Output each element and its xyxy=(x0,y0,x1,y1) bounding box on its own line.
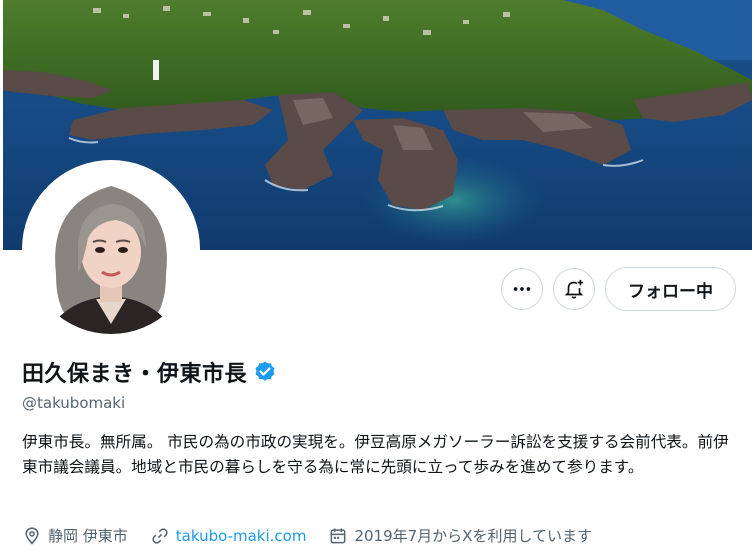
bell-plus-icon xyxy=(564,279,584,299)
joined-text: 2019年7月からXを利用しています xyxy=(354,527,592,545)
location-item: 静岡 伊東市 xyxy=(22,525,128,546)
profile-avatar[interactable] xyxy=(22,160,200,338)
avatar-portrait xyxy=(26,164,196,334)
website-link[interactable]: takubo-maki.com xyxy=(176,527,307,545)
name-row: 田久保まき・伊東市長 xyxy=(22,356,277,388)
profile-actions: フォロー中 xyxy=(501,267,736,311)
calendar-icon xyxy=(331,528,346,543)
location-text: 静岡 伊東市 xyxy=(48,527,128,545)
joined-item: 2019年7月からXを利用しています xyxy=(328,525,592,546)
more-button[interactable] xyxy=(501,268,543,310)
profile-bio: 伊東市長。無所属。 市民の為の市政の実現を。伊豆高原メガソーラー訴訟を支援する会… xyxy=(22,433,729,476)
profile-meta: 静岡 伊東市 takubo-maki.com 2019年7月からXを利用していま… xyxy=(22,525,614,546)
user-handle: @takubomaki xyxy=(22,394,126,412)
notifications-button[interactable] xyxy=(553,268,595,310)
verified-badge-icon[interactable] xyxy=(253,360,277,384)
link-icon xyxy=(152,527,168,544)
location-pin-icon xyxy=(25,526,39,545)
display-name: 田久保まき・伊東市長 xyxy=(22,362,248,387)
following-button[interactable]: フォロー中 xyxy=(605,267,736,311)
more-icon xyxy=(513,287,531,291)
profile-page: フォロー中 田久保まき・伊東市長 @takubomaki 伊東市長。無所属。 市… xyxy=(0,0,755,560)
website-item: takubo-maki.com xyxy=(150,526,307,546)
